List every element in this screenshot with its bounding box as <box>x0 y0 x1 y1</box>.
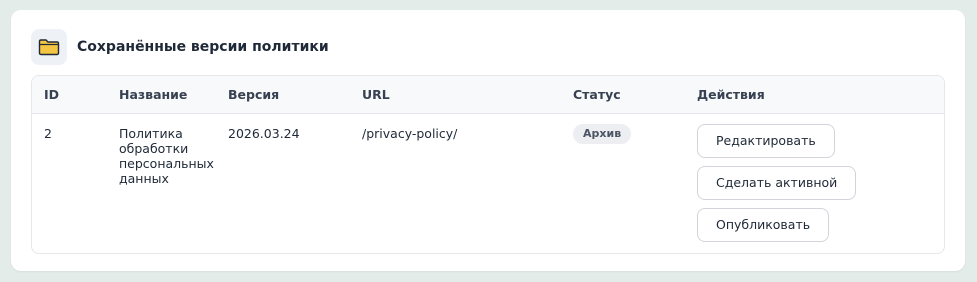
table-row: 2 Политика обработки персональных данных… <box>32 114 944 253</box>
table-header: ID Название Версия URL Статус Действия <box>32 76 944 114</box>
publish-button[interactable]: Опубликовать <box>697 208 830 242</box>
folder-icon <box>31 29 67 65</box>
column-header-status: Статус <box>573 87 621 102</box>
column-header-url: URL <box>362 87 390 102</box>
cell-version: 2026.03.24 <box>228 126 300 141</box>
row-actions: Редактировать Сделать активной Опубликов… <box>697 124 857 250</box>
cell-name: Политика обработки персональных данных <box>119 126 214 186</box>
versions-table: ID Название Версия URL Статус Действия 2… <box>31 75 945 254</box>
card-title: Сохранённые версии политики <box>77 39 329 55</box>
card-header: Сохранённые версии политики <box>31 29 329 65</box>
cell-id: 2 <box>44 126 52 141</box>
status-badge: Архив <box>573 124 632 144</box>
column-header-version: Версия <box>228 87 280 102</box>
cell-url: /privacy-policy/ <box>362 126 458 141</box>
make-active-button[interactable]: Сделать активной <box>697 166 857 200</box>
column-header-name: Название <box>119 87 188 102</box>
saved-policy-versions-card: Сохранённые версии политики ID Название … <box>11 10 965 271</box>
edit-button[interactable]: Редактировать <box>697 124 835 158</box>
column-header-actions: Действия <box>697 87 765 102</box>
column-header-id: ID <box>44 87 60 102</box>
